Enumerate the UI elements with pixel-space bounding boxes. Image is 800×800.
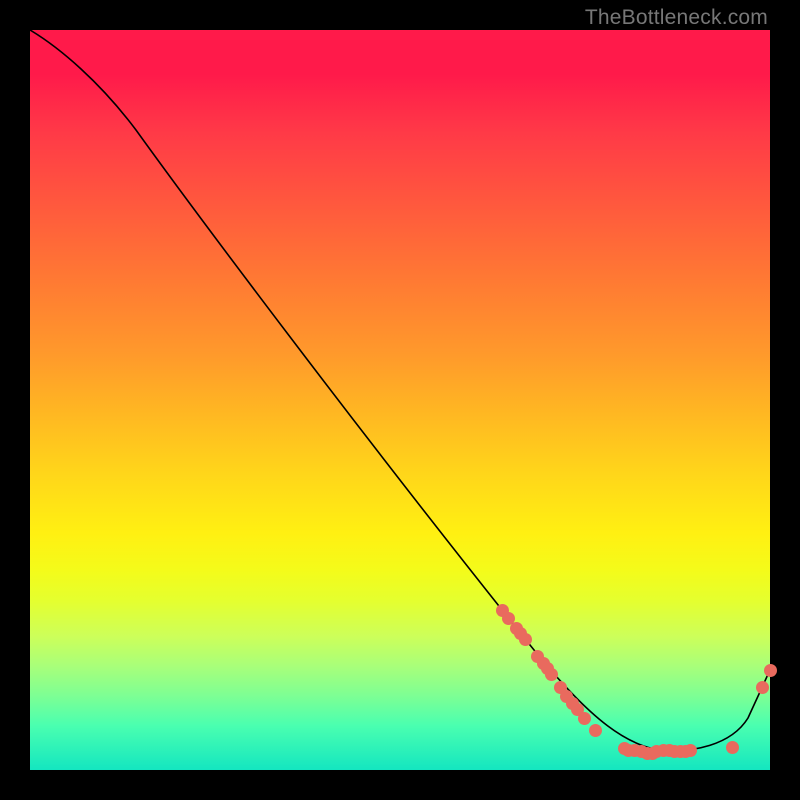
scatter-dot: [764, 664, 777, 677]
scatter-dot: [756, 681, 769, 694]
chart-frame: TheBottleneck.com: [0, 0, 800, 800]
scatter-dot: [578, 712, 591, 725]
scatter-dot: [589, 724, 602, 737]
curve-line: [30, 30, 770, 770]
watermark-label: TheBottleneck.com: [585, 6, 768, 30]
scatter-dot: [684, 744, 697, 757]
plot-area: [30, 30, 770, 770]
scatter-dot: [545, 668, 558, 681]
bottleneck-curve-path: [30, 30, 770, 751]
scatter-dot: [519, 633, 532, 646]
scatter-dot: [726, 741, 739, 754]
